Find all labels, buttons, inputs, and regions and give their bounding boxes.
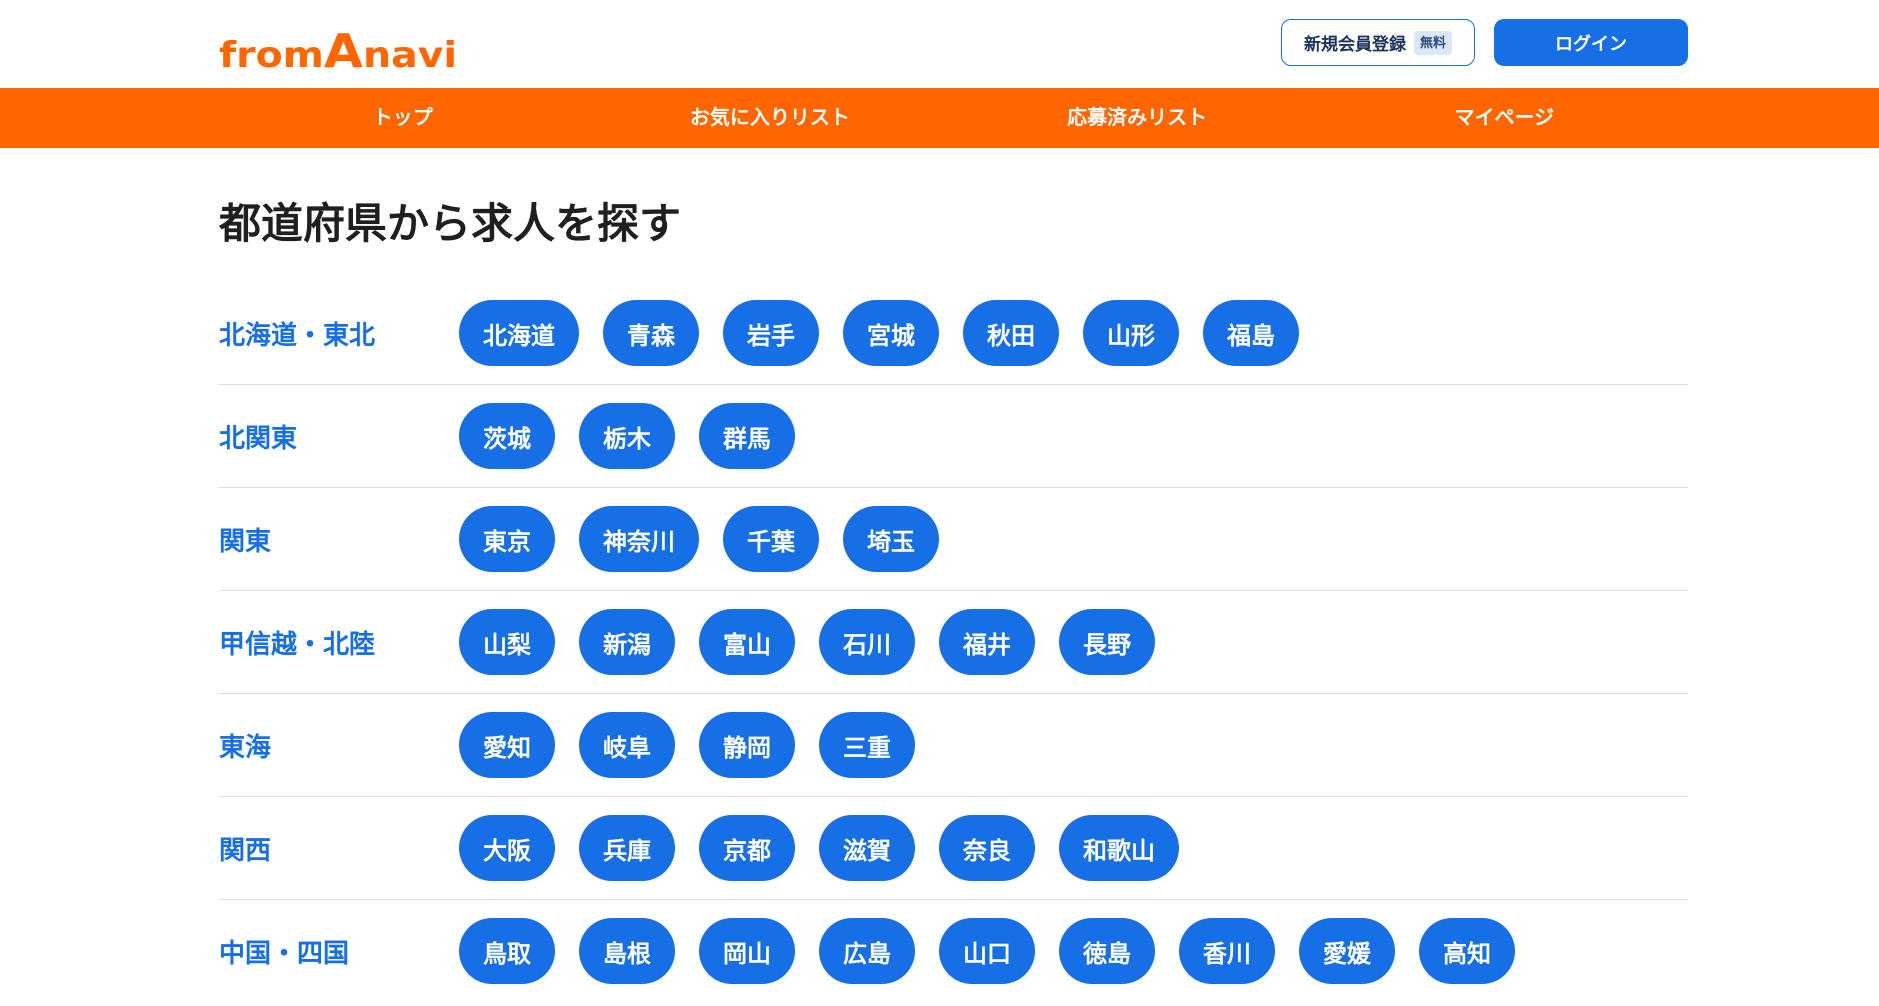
register-button-label: 新規会員登録	[1303, 35, 1406, 54]
prefecture-button-shiga[interactable]: 滋賀	[819, 815, 915, 881]
prefecture-button-yamaguchi[interactable]: 山口	[939, 918, 1035, 984]
prefecture-button-hyogo[interactable]: 兵庫	[579, 815, 675, 881]
prefecture-button-kyoto[interactable]: 京都	[699, 815, 795, 881]
prefecture-list: 北海道 青森 岩手 宮城 秋田 山形 福島	[459, 300, 1299, 366]
logo-text-navi: navi	[363, 35, 457, 71]
logo-mark: from Anavi	[219, 29, 457, 71]
region-row-koshinetsu-hokuriku: 甲信越・北陸 山梨 新潟 富山 石川 福井 長野	[219, 591, 1688, 694]
region-label-hokkaido-tohoku: 北海道・東北	[219, 319, 376, 350]
prefecture-button-ishikawa[interactable]: 石川	[819, 609, 915, 675]
region-row-kita-kanto: 北関東 茨城 栃木 群馬	[219, 385, 1688, 488]
site-logo[interactable]: from Anavi	[219, 29, 457, 71]
prefecture-list: 鳥取 島根 岡山 広島 山口 徳島 香川 愛媛 高知	[459, 918, 1515, 984]
prefecture-button-toyama[interactable]: 富山	[699, 609, 795, 675]
prefecture-button-yamagata[interactable]: 山形	[1083, 300, 1179, 366]
prefecture-button-osaka[interactable]: 大阪	[459, 815, 555, 881]
region-label-chugoku-shikoku: 中国・四国	[219, 937, 350, 968]
main-content: 都道府県から求人を探す 北海道・東北 北海道 青森 岩手 宮城 秋田 山形 福島…	[219, 200, 1688, 1002]
prefecture-button-tokushima[interactable]: 徳島	[1059, 918, 1155, 984]
global-nav: トップ お気に入りリスト 応募済みリスト マイページ	[0, 88, 1879, 148]
prefecture-button-saitama[interactable]: 埼玉	[843, 506, 939, 572]
page-title: 都道府県から求人を探す	[219, 200, 682, 247]
prefecture-button-fukui[interactable]: 福井	[939, 609, 1035, 675]
free-badge: 無料	[1413, 30, 1452, 55]
region-label-kita-kanto: 北関東	[219, 422, 298, 453]
prefecture-list: 東京 神奈川 千葉 埼玉	[459, 506, 939, 572]
prefecture-button-tokyo[interactable]: 東京	[459, 506, 555, 572]
nav-item-favorites[interactable]: お気に入りリスト	[586, 88, 953, 148]
nav-item-mypage[interactable]: マイページ	[1321, 88, 1688, 148]
region-label-tokai: 東海	[219, 731, 272, 762]
prefecture-list: 愛知 岐阜 静岡 三重	[459, 712, 915, 778]
prefecture-button-shizuoka[interactable]: 静岡	[699, 712, 795, 778]
prefecture-button-miyagi[interactable]: 宮城	[843, 300, 939, 366]
prefecture-button-tochigi[interactable]: 栃木	[579, 403, 675, 469]
nav-item-top[interactable]: トップ	[219, 88, 586, 148]
region-label-kanto: 関東	[219, 525, 272, 556]
prefecture-button-fukushima[interactable]: 福島	[1203, 300, 1299, 366]
nav-item-applied[interactable]: 応募済みリスト	[954, 88, 1321, 148]
prefecture-list: 茨城 栃木 群馬	[459, 403, 795, 469]
prefecture-button-wakayama[interactable]: 和歌山	[1059, 815, 1179, 881]
prefecture-button-shimane[interactable]: 島根	[579, 918, 675, 984]
prefecture-list: 山梨 新潟 富山 石川 福井 長野	[459, 609, 1155, 675]
prefecture-button-ehime[interactable]: 愛媛	[1299, 918, 1395, 984]
svg-text:fromAnavi: from Anavi	[219, 29, 457, 71]
region-label-kansai: 関西	[219, 834, 272, 865]
prefecture-button-yamanashi[interactable]: 山梨	[459, 609, 555, 675]
logo-text-from: from	[219, 35, 324, 71]
login-button[interactable]: ログイン	[1494, 19, 1688, 66]
region-row-tokai: 東海 愛知 岐阜 静岡 三重	[219, 694, 1688, 797]
prefecture-button-hiroshima[interactable]: 広島	[819, 918, 915, 984]
site-header: from Anavi 新規会員登録 無料 ログイン	[0, 0, 1879, 88]
region-list: 北海道・東北 北海道 青森 岩手 宮城 秋田 山形 福島 北関東 茨城 栃木 群…	[219, 282, 1688, 1002]
prefecture-button-hokkaido[interactable]: 北海道	[459, 300, 579, 366]
prefecture-list: 大阪 兵庫 京都 滋賀 奈良 和歌山	[459, 815, 1179, 881]
region-label-koshinetsu-hokuriku: 甲信越・北陸	[219, 628, 376, 659]
prefecture-button-chiba[interactable]: 千葉	[723, 506, 819, 572]
prefecture-button-aomori[interactable]: 青森	[603, 300, 699, 366]
region-row-hokkaido-tohoku: 北海道・東北 北海道 青森 岩手 宮城 秋田 山形 福島	[219, 282, 1688, 385]
prefecture-button-nara[interactable]: 奈良	[939, 815, 1035, 881]
prefecture-button-okayama[interactable]: 岡山	[699, 918, 795, 984]
register-button[interactable]: 新規会員登録 無料	[1281, 19, 1475, 66]
prefecture-button-gunma[interactable]: 群馬	[699, 403, 795, 469]
prefecture-button-aichi[interactable]: 愛知	[459, 712, 555, 778]
prefecture-button-iwate[interactable]: 岩手	[723, 300, 819, 366]
prefecture-button-niigata[interactable]: 新潟	[579, 609, 675, 675]
region-row-chugoku-shikoku: 中国・四国 鳥取 島根 岡山 広島 山口 徳島 香川 愛媛 高知	[219, 900, 1688, 1002]
prefecture-button-tottori[interactable]: 鳥取	[459, 918, 555, 984]
region-row-kanto: 関東 東京 神奈川 千葉 埼玉	[219, 488, 1688, 591]
prefecture-button-ibaraki[interactable]: 茨城	[459, 403, 555, 469]
prefecture-button-kagawa[interactable]: 香川	[1179, 918, 1275, 984]
prefecture-button-kanagawa[interactable]: 神奈川	[579, 506, 699, 572]
prefecture-button-mie[interactable]: 三重	[819, 712, 915, 778]
global-nav-items: トップ お気に入りリスト 応募済みリスト マイページ	[219, 88, 1688, 148]
prefecture-button-kochi[interactable]: 高知	[1419, 918, 1515, 984]
prefecture-button-nagano[interactable]: 長野	[1059, 609, 1155, 675]
region-row-kansai: 関西 大阪 兵庫 京都 滋賀 奈良 和歌山	[219, 797, 1688, 900]
prefecture-button-gifu[interactable]: 岐阜	[579, 712, 675, 778]
logo-text-a: A	[324, 29, 363, 71]
prefecture-button-akita[interactable]: 秋田	[963, 300, 1059, 366]
